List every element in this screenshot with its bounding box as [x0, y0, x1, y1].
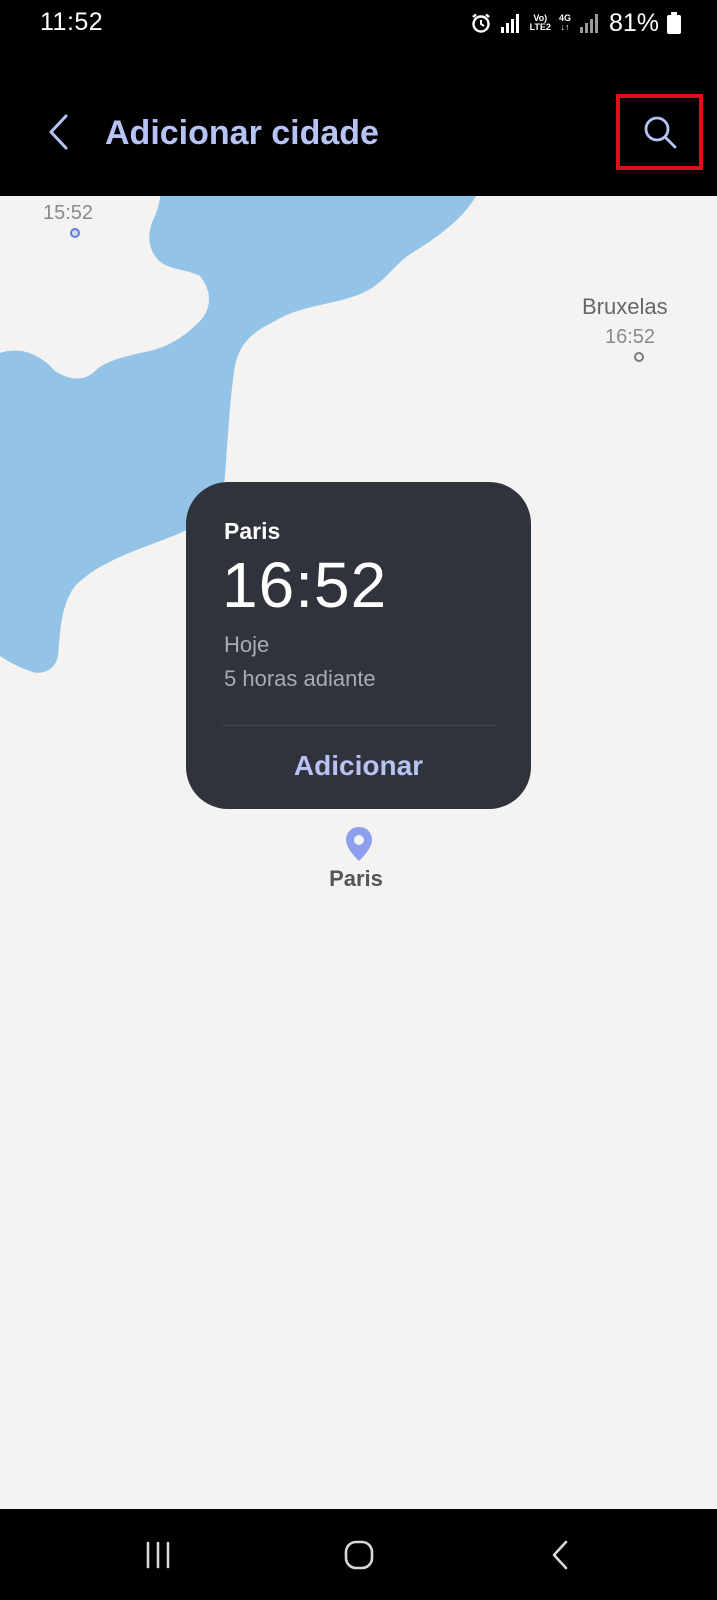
search-button[interactable]: [616, 94, 703, 170]
home-button[interactable]: [329, 1531, 389, 1579]
map-marker-time: 15:52: [43, 202, 94, 224]
signal-icon: [500, 13, 522, 33]
add-city-button[interactable]: Adicionar: [186, 750, 531, 782]
back-icon: [552, 1540, 568, 1570]
chevron-left-icon: [49, 114, 68, 150]
page-title: Adicionar cidade: [105, 114, 379, 152]
map-marker-time: 16:52: [605, 326, 656, 348]
card-city-name: Paris: [224, 518, 281, 544]
data-arrows-icon: ↓↑: [560, 22, 570, 32]
status-time: 11:52: [40, 8, 104, 36]
card-day: Hoje: [224, 632, 270, 657]
lte-label: LTE2: [529, 22, 551, 32]
recents-icon: [146, 1541, 170, 1569]
recents-button[interactable]: [128, 1531, 188, 1579]
map-marker-city[interactable]: Bruxelas: [582, 294, 668, 320]
card-local-time: 16:52: [222, 549, 388, 621]
back-button[interactable]: [38, 108, 78, 156]
pin-city-label: Paris: [329, 866, 383, 891]
search-icon: [644, 116, 676, 149]
location-pin-icon[interactable]: [344, 826, 374, 862]
home-icon: [344, 1540, 374, 1570]
status-bar: 11:52 Vo) LTE2 4G ↓↑ 81%: [0, 0, 717, 50]
status-icons: Vo) LTE2 4G ↓↑ 81%: [470, 8, 681, 38]
alarm-icon: [470, 12, 492, 34]
map-marker-dot[interactable]: [70, 228, 80, 238]
card-time-offset: 5 horas adiante: [224, 666, 376, 691]
card-divider: [222, 725, 495, 726]
city-popup-card: Paris 16:52 Hoje 5 horas adiante Adicion…: [186, 482, 531, 809]
signal-icon-2: [579, 13, 601, 33]
nav-back-button[interactable]: [530, 1531, 590, 1579]
navigation-bar: [0, 1509, 717, 1600]
battery-icon: [667, 12, 681, 34]
network-type-indicator: 4G ↓↑: [559, 14, 571, 32]
volte-indicator: Vo) LTE2: [530, 14, 551, 32]
battery-percent: 81%: [608, 8, 659, 37]
map-marker-dot[interactable]: [634, 352, 644, 362]
app-bar: Adicionar cidade: [0, 50, 717, 196]
